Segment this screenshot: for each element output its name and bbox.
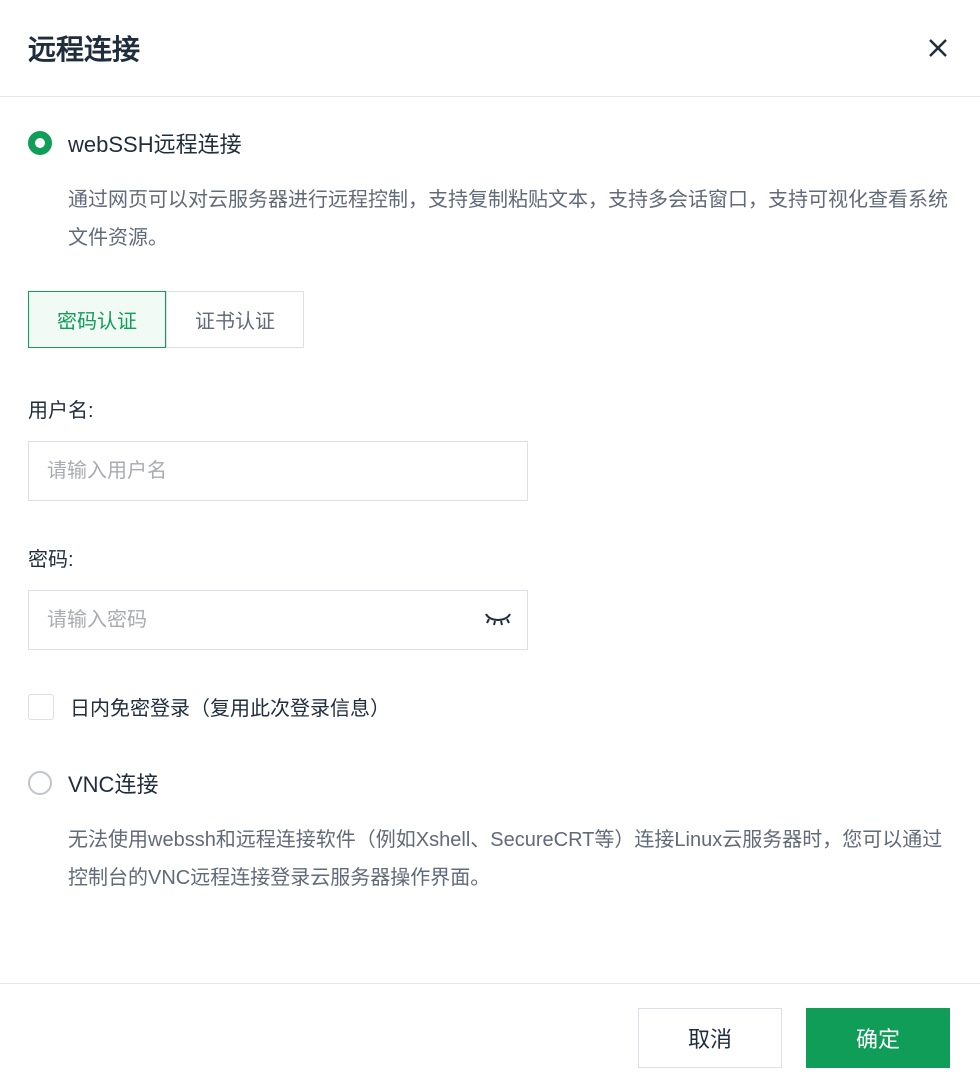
- close-icon: [927, 37, 949, 59]
- toggle-password-visibility[interactable]: [482, 604, 514, 636]
- radio-vnc[interactable]: [28, 771, 52, 795]
- confirm-button[interactable]: 确定: [806, 1008, 950, 1068]
- radio-webssh[interactable]: [28, 131, 52, 155]
- username-input[interactable]: [28, 441, 528, 501]
- vnc-description: 无法使用webssh和远程连接软件（例如Xshell、SecureCRT等）连接…: [68, 821, 952, 897]
- auth-tabs: 密码认证 证书认证: [28, 291, 952, 348]
- username-group: 用户名:: [28, 394, 952, 501]
- cancel-button[interactable]: 取消: [638, 1008, 782, 1068]
- username-label: 用户名:: [28, 394, 952, 423]
- password-group: 密码:: [28, 543, 952, 650]
- password-input[interactable]: [28, 590, 528, 650]
- webssh-description: 通过网页可以对云服务器进行远程控制，支持复制粘贴文本，支持多会话窗口，支持可视化…: [68, 181, 952, 257]
- remember-login-row[interactable]: 日内免密登录（复用此次登录信息）: [28, 692, 952, 721]
- dialog-body: webSSH远程连接 通过网页可以对云服务器进行远程控制，支持复制粘贴文本，支持…: [0, 97, 980, 917]
- option-vnc[interactable]: VNC连接: [28, 767, 952, 799]
- tab-password-auth[interactable]: 密码认证: [28, 291, 166, 348]
- option-webssh[interactable]: webSSH远程连接: [28, 127, 952, 159]
- tab-cert-auth[interactable]: 证书认证: [166, 291, 304, 348]
- dialog-title: 远程连接: [28, 28, 140, 68]
- password-label: 密码:: [28, 543, 952, 572]
- dialog-header: 远程连接: [0, 0, 980, 97]
- close-button[interactable]: [924, 34, 952, 62]
- remember-login-label: 日内免密登录（复用此次登录信息）: [70, 692, 390, 721]
- dialog-footer: 取消 确定: [0, 983, 980, 1092]
- radio-vnc-label: VNC连接: [68, 767, 158, 799]
- eye-closed-icon: [484, 612, 512, 628]
- remember-login-checkbox[interactable]: [28, 694, 54, 720]
- radio-webssh-label: webSSH远程连接: [68, 127, 242, 159]
